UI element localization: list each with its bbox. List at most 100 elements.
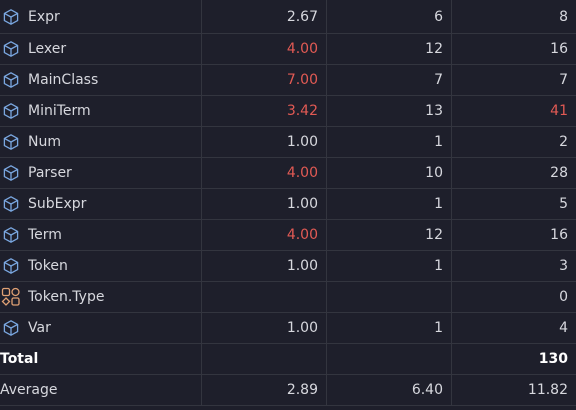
class-name-wrap: Var: [0, 313, 201, 343]
class-name-cell: Lexer: [0, 33, 202, 65]
loc-cell: 16: [451, 33, 576, 65]
class-name: Parser: [28, 165, 72, 181]
class-name-cell: MainClass: [0, 64, 202, 96]
class-name-wrap: MiniTerm: [0, 96, 201, 126]
noc-cell: 1: [326, 126, 452, 158]
average-label: Average: [0, 374, 202, 406]
loc-cell: 7: [451, 64, 576, 96]
class-name: Token: [28, 258, 68, 274]
metrics-body: Expr 2.67 6 8 Lexer 4.00 12 16 MainClass 7.00 7 7 Mi…: [0, 0, 576, 406]
wmc-cell: 1.00: [201, 126, 327, 158]
noc-cell: 1: [326, 250, 452, 282]
average-loc: 11.82: [451, 374, 576, 406]
loc-cell: 0: [451, 281, 576, 313]
class-name-cell: Term: [0, 219, 202, 251]
wmc-cell: 2.67: [201, 0, 327, 34]
noc-cell: 1: [326, 312, 452, 344]
class-name: Lexer: [28, 41, 67, 57]
table-row[interactable]: Term 4.00 12 16: [0, 219, 576, 251]
loc-cell: 41: [451, 95, 576, 127]
table-row[interactable]: SubExpr 1.00 1 5: [0, 188, 576, 220]
class-name: Num: [28, 134, 61, 150]
loc-cell: 28: [451, 157, 576, 189]
noc-cell: 12: [326, 219, 452, 251]
average-row[interactable]: Average 2.89 6.40 11.82: [0, 374, 576, 406]
noc-cell: 10: [326, 157, 452, 189]
loc-cell: 16: [451, 219, 576, 251]
class-name-cell: MiniTerm: [0, 95, 202, 127]
enum-icon: [1, 287, 21, 307]
loc-cell: 4: [451, 312, 576, 344]
class-name: Var: [28, 320, 51, 336]
class-name: Token.Type: [28, 289, 105, 305]
class-name: MiniTerm: [28, 103, 91, 119]
wmc-cell: 1.00: [201, 312, 327, 344]
class-name-wrap: Parser: [0, 158, 201, 188]
class-icon: [1, 70, 21, 90]
average-wmc: 2.89: [201, 374, 327, 406]
noc-cell: 7: [326, 64, 452, 96]
class-name-cell: Token: [0, 250, 202, 282]
table-row[interactable]: Lexer 4.00 12 16: [0, 33, 576, 65]
class-icon: [1, 39, 21, 59]
wmc-cell: 4.00: [201, 157, 327, 189]
class-name-wrap: Lexer: [0, 34, 201, 64]
wmc-cell: 4.00: [201, 219, 327, 251]
table-row[interactable]: Num 1.00 1 2: [0, 126, 576, 158]
class-icon: [1, 225, 21, 245]
wmc-cell: 1.00: [201, 250, 327, 282]
class-icon: [1, 163, 21, 183]
noc-cell: 6: [326, 0, 452, 34]
class-icon: [1, 7, 21, 27]
total-row[interactable]: Total 130: [0, 343, 576, 375]
class-name-wrap: Term: [0, 220, 201, 250]
average-noc: 6.40: [326, 374, 452, 406]
class-name-wrap: Expr: [0, 0, 201, 33]
table-row[interactable]: Token 1.00 1 3: [0, 250, 576, 282]
table-row[interactable]: Token.Type 0: [0, 281, 576, 313]
class-name-wrap: Token.Type: [0, 282, 201, 312]
wmc-cell: 7.00: [201, 64, 327, 96]
class-name-cell: Num: [0, 126, 202, 158]
table-row[interactable]: Expr 2.67 6 8: [0, 0, 576, 34]
table-row[interactable]: MiniTerm 3.42 13 41: [0, 95, 576, 127]
class-name-wrap: Num: [0, 127, 201, 157]
class-name-wrap: SubExpr: [0, 189, 201, 219]
loc-cell: 5: [451, 188, 576, 220]
wmc-cell: 1.00: [201, 188, 327, 220]
total-noc: [326, 343, 452, 375]
class-icon: [1, 132, 21, 152]
class-name: SubExpr: [28, 196, 87, 212]
class-name: Expr: [28, 8, 60, 25]
table-row[interactable]: MainClass 7.00 7 7: [0, 64, 576, 96]
table-row[interactable]: Parser 4.00 10 28: [0, 157, 576, 189]
noc-cell: 1: [326, 188, 452, 220]
total-loc: 130: [451, 343, 576, 375]
noc-cell: 13: [326, 95, 452, 127]
class-icon: [1, 101, 21, 121]
loc-cell: 8: [451, 0, 576, 34]
class-name-wrap: MainClass: [0, 65, 201, 95]
class-name-cell: Token.Type: [0, 281, 202, 313]
class-name-cell: SubExpr: [0, 188, 202, 220]
class-name-cell: Parser: [0, 157, 202, 189]
class-name-cell: Expr: [0, 0, 202, 34]
class-icon: [1, 256, 21, 276]
metrics-table: Expr 2.67 6 8 Lexer 4.00 12 16 MainClass 7.00 7 7 Mi…: [0, 0, 576, 406]
wmc-cell: 3.42: [201, 95, 327, 127]
loc-cell: 2: [451, 126, 576, 158]
loc-cell: 3: [451, 250, 576, 282]
class-name-cell: Var: [0, 312, 202, 344]
total-wmc: [201, 343, 327, 375]
class-icon: [1, 318, 21, 338]
table-row[interactable]: Var 1.00 1 4: [0, 312, 576, 344]
class-icon: [1, 194, 21, 214]
class-name: MainClass: [28, 72, 99, 88]
total-label: Total: [0, 343, 202, 375]
class-name: Term: [28, 227, 62, 243]
class-name-wrap: Token: [0, 251, 201, 281]
noc-cell: 12: [326, 33, 452, 65]
wmc-cell: 4.00: [201, 33, 327, 65]
noc-cell: [326, 281, 452, 313]
wmc-cell: [201, 281, 327, 313]
